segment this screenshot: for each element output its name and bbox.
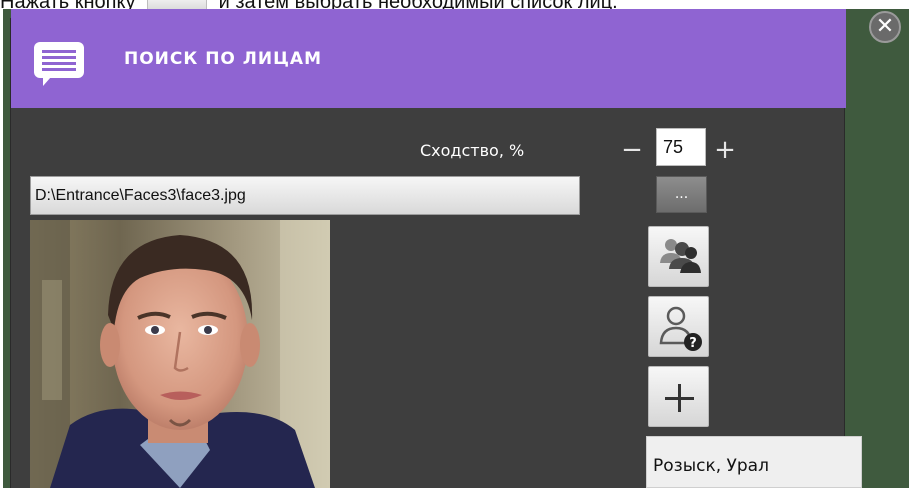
similarity-input[interactable] (656, 128, 706, 166)
browse-button[interactable]: ... (656, 176, 707, 213)
similarity-decrement-button[interactable]: − (620, 136, 644, 164)
similarity-label: Сходство, % (420, 141, 525, 160)
close-icon: ✕ (875, 14, 895, 39)
svg-text:?: ? (689, 336, 697, 351)
panel-header: ПОИСК ПО ЛИЦАМ (0, 0, 880, 120)
similarity-increment-button[interactable]: + (713, 136, 737, 164)
face-photo (30, 220, 330, 488)
close-button[interactable]: ✕ (869, 11, 901, 43)
add-list-button[interactable] (648, 366, 709, 427)
plus-icon (665, 384, 694, 412)
chat-list-icon (34, 42, 84, 86)
person-question-icon: ? (659, 306, 702, 351)
people-group-icon (660, 239, 701, 273)
image-path-field[interactable] (30, 176, 580, 215)
face-list-item[interactable]: Розыск, Урал (646, 436, 862, 488)
face-lists-button[interactable] (648, 226, 709, 287)
unknown-faces-button[interactable]: ? (648, 296, 709, 357)
panel-title: ПОИСК ПО ЛИЦАМ (124, 49, 322, 69)
